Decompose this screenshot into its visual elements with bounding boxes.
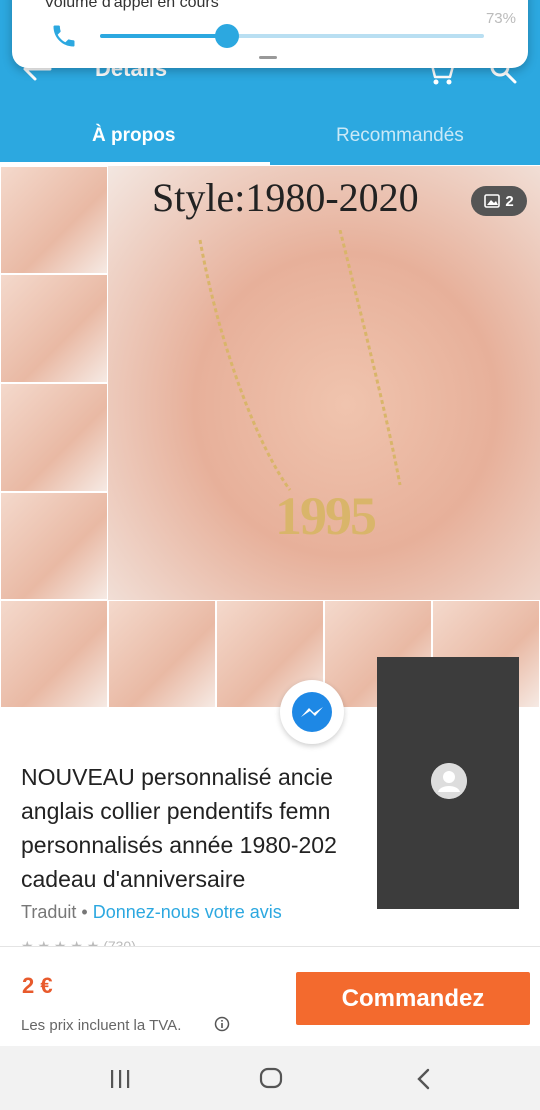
product-thumbnail[interactable] — [0, 274, 108, 383]
product-thumbnail[interactable] — [0, 166, 108, 274]
order-button[interactable]: Commandez — [296, 972, 530, 1025]
translation-row: Traduit • Donnez-nous votre avis — [21, 902, 282, 923]
image-count: 2 — [505, 192, 514, 210]
product-thumbnail[interactable] — [0, 600, 108, 708]
volume-slider[interactable] — [100, 24, 484, 48]
product-thumbnail[interactable] — [0, 492, 108, 600]
info-icon[interactable] — [214, 1016, 230, 1032]
recent-apps-icon[interactable] — [108, 1068, 132, 1090]
purchase-bar: 2 € Les prix incluent la TVA. Commandez — [0, 946, 540, 1046]
pendant-year: 1995 — [275, 486, 377, 546]
style-caption: Style:1980-2020 — [152, 175, 419, 220]
phone-icon — [53, 25, 75, 47]
product-title-line: cadeau d'anniversaire — [21, 866, 246, 892]
product-title: NOUVEAU personnalisé ancie anglais colli… — [21, 760, 377, 896]
volume-slider-thumb[interactable] — [214, 24, 239, 48]
tab-recommended[interactable]: Recommandés — [336, 125, 464, 147]
vat-note: Les prix incluent la TVA. — [21, 1017, 182, 1034]
image-count-badge: 2 — [471, 186, 527, 216]
video-call-preview[interactable] — [377, 657, 519, 909]
image-icon — [484, 194, 501, 208]
home-icon[interactable] — [259, 1067, 283, 1089]
back-icon[interactable] — [414, 1067, 432, 1091]
volume-label: Volume d'appel en cours — [44, 0, 219, 11]
translated-label: Traduit — [21, 902, 77, 922]
messenger-icon[interactable] — [280, 680, 344, 744]
product-thumbnail[interactable] — [108, 600, 216, 708]
product-thumbnail[interactable] — [0, 383, 108, 492]
tab-about[interactable]: À propos — [92, 125, 175, 147]
product-title-line: NOUVEAU personnalisé ancie — [21, 764, 333, 790]
battery-status: 73% — [485, 10, 516, 27]
system-navigation-bar — [0, 1046, 540, 1110]
panel-drag-handle[interactable] — [259, 56, 277, 59]
avatar — [431, 763, 467, 799]
product-title-line: anglais collier pendentifs femn — [21, 798, 331, 824]
app-screen: Détails 47 À propos Recommandés Volume d… — [0, 0, 540, 1110]
volume-slider-fill — [100, 34, 227, 38]
call-volume-panel: Volume d'appel en cours 73% — [12, 0, 528, 68]
separator: • — [81, 902, 88, 922]
product-title-line: personnalisés année 1980-202 — [21, 832, 337, 858]
feedback-link[interactable]: Donnez-nous votre avis — [93, 902, 282, 922]
price: 2 € — [22, 973, 53, 998]
